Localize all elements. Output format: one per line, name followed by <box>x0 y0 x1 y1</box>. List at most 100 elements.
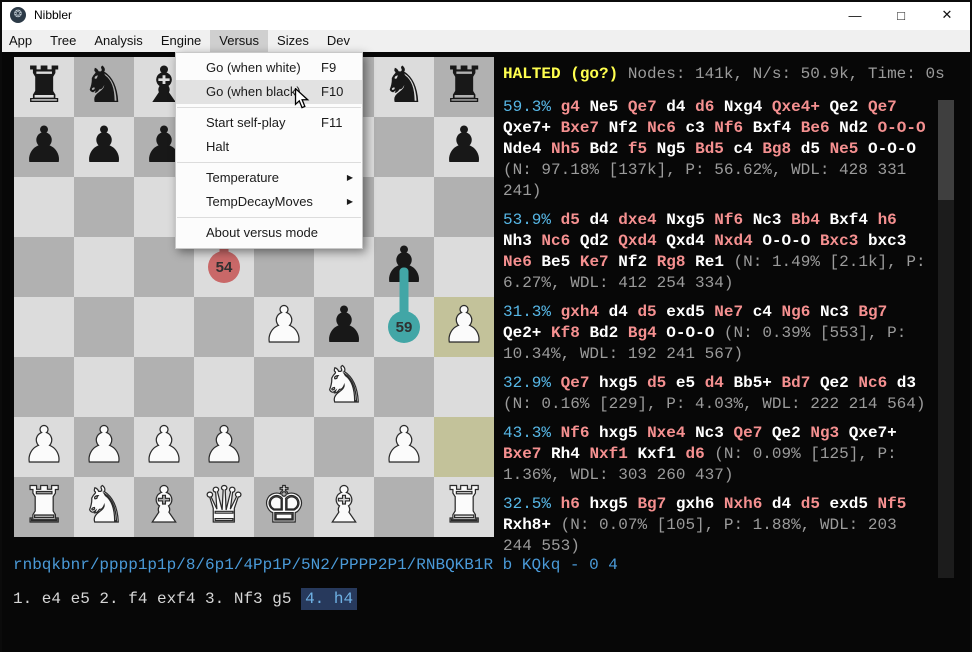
square-b3[interactable] <box>74 357 134 417</box>
pv-move[interactable]: Kxf1 <box>637 445 675 463</box>
pv-move[interactable]: exd5 <box>666 303 704 321</box>
pv-move[interactable]: Qxd4 <box>618 232 656 250</box>
menu-item-go-when-black-[interactable]: Go (when black)F10 <box>176 80 362 104</box>
pv-move[interactable]: Nf6 <box>561 424 590 442</box>
pv-move[interactable]: Be5 <box>541 253 570 271</box>
pv-move[interactable]: gxh4 <box>561 303 599 321</box>
pv-move[interactable]: Qe7 <box>734 424 763 442</box>
pv-move[interactable]: Nxf1 <box>589 445 627 463</box>
square-g6[interactable] <box>374 177 434 237</box>
menubar-item-app[interactable]: App <box>0 30 41 52</box>
pv-move[interactable]: Bg8 <box>762 140 791 158</box>
square-g1[interactable] <box>374 477 434 537</box>
pv-move[interactable]: Nc3 <box>695 424 724 442</box>
pv-move[interactable]: Qxe4+ <box>772 98 820 116</box>
analysis-scrollbar-thumb[interactable] <box>938 100 954 200</box>
pv-move[interactable]: gxh6 <box>676 495 714 513</box>
pv-move[interactable]: Bg7 <box>637 495 666 513</box>
pv-move[interactable]: Nxg5 <box>666 211 704 229</box>
pv-move[interactable]: Nf6 <box>714 211 743 229</box>
square-a3[interactable] <box>14 357 74 417</box>
pv-move[interactable]: h6 <box>561 495 580 513</box>
pv-move[interactable]: d5 <box>801 140 820 158</box>
played-moves[interactable]: 1. e4 e5 2. f4 exf4 3. Nf3 g5 <box>13 590 291 608</box>
pv-move[interactable]: Bg4 <box>628 324 657 342</box>
square-a6[interactable] <box>14 177 74 237</box>
pv-move[interactable]: c4 <box>734 140 753 158</box>
pv-move[interactable]: c4 <box>753 303 772 321</box>
pv-move[interactable]: Nc6 <box>541 232 570 250</box>
pv-move[interactable]: h6 <box>878 211 897 229</box>
menubar-item-analysis[interactable]: Analysis <box>85 30 151 52</box>
menu-item-halt[interactable]: Halt <box>176 135 362 159</box>
pv-move[interactable]: d5 <box>561 211 580 229</box>
pv-move[interactable]: hxg5 <box>599 374 637 392</box>
pv-move[interactable]: Ne5 <box>830 140 859 158</box>
pv-move[interactable]: Nde4 <box>503 140 541 158</box>
menubar-item-versus[interactable]: Versus <box>210 30 268 52</box>
pv-move[interactable]: d4 <box>705 374 724 392</box>
pv-move[interactable]: Bb5+ <box>734 374 772 392</box>
square-e3[interactable] <box>254 357 314 417</box>
pv-move[interactable]: Bxe7 <box>503 445 541 463</box>
pv-move[interactable]: Nc6 <box>647 119 676 137</box>
pv-move[interactable]: Bd2 <box>589 140 618 158</box>
pv-move[interactable]: Nf5 <box>878 495 907 513</box>
pv-move[interactable]: d6 <box>685 445 704 463</box>
pv-move[interactable]: Nxd4 <box>714 232 752 250</box>
pv-move[interactable]: d5 <box>801 495 820 513</box>
pv-move[interactable]: exd5 <box>830 495 868 513</box>
pv-move[interactable]: Nf2 <box>618 253 647 271</box>
pv-move[interactable]: Ng5 <box>657 140 686 158</box>
close-button[interactable]: ✕ <box>924 0 970 30</box>
pv-move[interactable]: Qe7 <box>868 98 897 116</box>
pv-move[interactable]: d4 <box>609 303 628 321</box>
pv-move[interactable]: Nxg4 <box>724 98 762 116</box>
pv-move[interactable]: Nf6 <box>714 119 743 137</box>
square-a5[interactable] <box>14 237 74 297</box>
pv-move[interactable]: d4 <box>666 98 685 116</box>
pv-move[interactable]: Ng3 <box>810 424 839 442</box>
menu-item-start-self-play[interactable]: Start self-playF11 <box>176 111 362 135</box>
pv-move[interactable]: Nd2 <box>839 119 868 137</box>
pv-move[interactable]: c3 <box>685 119 704 137</box>
pv-move[interactable]: Nf2 <box>609 119 638 137</box>
pv-move[interactable]: Nc3 <box>753 211 782 229</box>
pv-move[interactable]: Rg8 <box>657 253 686 271</box>
pv-move[interactable]: Bxe7 <box>561 119 599 137</box>
square-g7[interactable] <box>374 117 434 177</box>
analysis-scrollbar[interactable] <box>938 100 954 578</box>
menubar-item-sizes[interactable]: Sizes <box>268 30 318 52</box>
square-g3[interactable] <box>374 357 434 417</box>
pv-move[interactable]: Be6 <box>801 119 830 137</box>
pv-move[interactable]: bxc3 <box>868 232 906 250</box>
square-h3[interactable] <box>434 357 494 417</box>
pv-move[interactable]: Qxd4 <box>666 232 704 250</box>
square-b4[interactable] <box>74 297 134 357</box>
pv-move[interactable]: Qe7 <box>628 98 657 116</box>
square-h6[interactable] <box>434 177 494 237</box>
pv-move[interactable]: Bxc3 <box>820 232 858 250</box>
square-f2[interactable] <box>314 417 374 477</box>
pv-move[interactable]: Ne5 <box>589 98 618 116</box>
square-b6[interactable] <box>74 177 134 237</box>
pv-move[interactable]: Rh4 <box>551 445 580 463</box>
pv-move[interactable]: Nh5 <box>551 140 580 158</box>
pv-move[interactable]: Ke7 <box>580 253 609 271</box>
pv-move[interactable]: Qe2 <box>820 374 849 392</box>
pv-move[interactable]: Re1 <box>695 253 724 271</box>
pv-move[interactable]: O-O-O <box>878 119 926 137</box>
pv-move[interactable]: Qe2 <box>830 98 859 116</box>
pv-move[interactable]: Nxh6 <box>724 495 762 513</box>
pv-move[interactable]: d3 <box>897 374 916 392</box>
pv-move[interactable]: Ne6 <box>503 253 532 271</box>
pv-move[interactable]: Nxe4 <box>647 424 685 442</box>
pv-move[interactable]: d5 <box>647 374 666 392</box>
minimize-button[interactable]: — <box>832 0 878 30</box>
pv-move[interactable]: Qe2+ <box>503 324 541 342</box>
menubar-item-engine[interactable]: Engine <box>152 30 210 52</box>
pv-move[interactable]: Bd2 <box>589 324 618 342</box>
pv-move[interactable]: Nc6 <box>858 374 887 392</box>
pv-move[interactable]: Qxe7+ <box>503 119 551 137</box>
menu-item-temperature[interactable]: Temperature▶ <box>176 166 362 190</box>
